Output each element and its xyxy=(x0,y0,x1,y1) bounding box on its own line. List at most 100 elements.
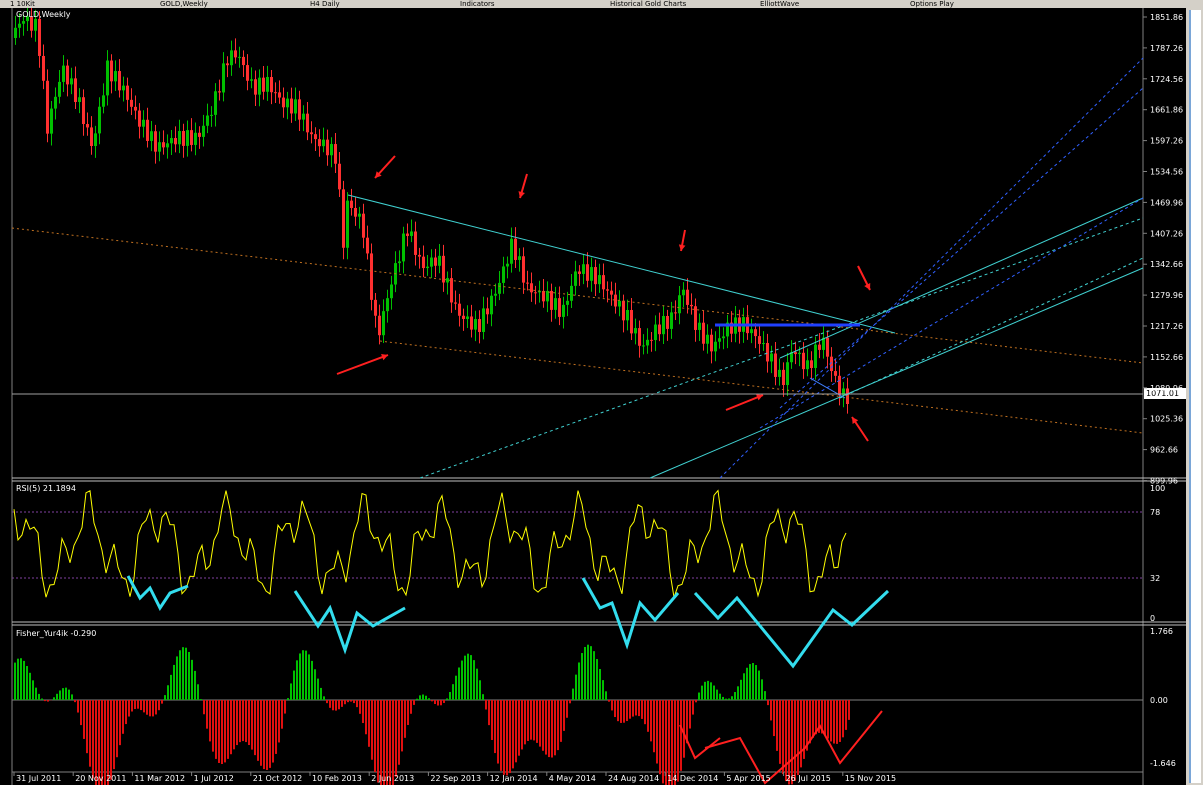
price-label: 1407.26 xyxy=(1150,229,1183,238)
candle-body xyxy=(458,303,461,316)
fisher-bar xyxy=(230,700,232,755)
fisher-bar xyxy=(524,700,526,745)
fisher-bar xyxy=(707,680,709,700)
time-label: 10 Feb 2013 xyxy=(312,774,362,783)
fisher-bar xyxy=(263,700,265,770)
candle-body xyxy=(558,298,561,317)
candle-body xyxy=(90,127,93,147)
fisher-bar xyxy=(104,700,106,785)
candle-body xyxy=(14,27,17,38)
fisher-bar xyxy=(92,700,94,779)
candle-body xyxy=(66,65,69,85)
candle-body xyxy=(106,60,109,96)
fisher-bar xyxy=(668,700,670,785)
fisher-bar xyxy=(641,700,643,719)
candle-body xyxy=(590,267,593,281)
fisher-bar xyxy=(89,700,91,767)
fisher-bar xyxy=(62,688,64,700)
fisher-bar xyxy=(401,700,403,752)
fisher-bar xyxy=(566,700,568,718)
candle-body xyxy=(434,257,437,266)
browser-tab[interactable]: 1 10Kit xyxy=(10,0,35,8)
fisher-bar xyxy=(422,694,424,700)
candle-body xyxy=(294,99,297,114)
candle-body xyxy=(502,266,505,283)
fisher-bar xyxy=(575,674,577,700)
fisher-bar xyxy=(281,700,283,729)
fisher-bar xyxy=(590,646,592,700)
fisher-bar xyxy=(32,680,34,700)
candle-body xyxy=(194,132,197,145)
fisher-bar xyxy=(644,700,646,725)
candle-body xyxy=(214,91,217,115)
fisher-bar xyxy=(833,700,835,744)
candle-body xyxy=(498,282,501,294)
browser-tab[interactable]: H4 Daily xyxy=(310,0,340,8)
fisher-bar xyxy=(701,685,703,700)
fisher-bar xyxy=(344,700,346,705)
candle-body xyxy=(86,124,89,128)
browser-tab[interactable]: GOLD,Weekly xyxy=(160,0,208,8)
fisher-bar xyxy=(110,700,112,780)
candle-body xyxy=(354,207,357,217)
fisher-bar xyxy=(131,700,133,712)
fisher-bar xyxy=(221,700,223,765)
fisher-bar xyxy=(137,700,139,709)
fisher-bar xyxy=(212,700,214,752)
browser-tab[interactable]: Historical Gold Charts xyxy=(610,0,686,8)
fisher-bar xyxy=(152,700,154,717)
fisher-bar xyxy=(758,670,760,700)
fisher-bar xyxy=(347,700,349,703)
scrollbar-track[interactable] xyxy=(1189,10,1201,783)
candle-body xyxy=(438,255,441,266)
candle-body xyxy=(478,319,481,332)
fisher-bar xyxy=(596,659,598,700)
fisher-bar xyxy=(26,666,28,700)
fisher-bar xyxy=(155,700,157,715)
candle-body xyxy=(762,343,765,345)
price-label: 1534.56 xyxy=(1150,168,1183,177)
fisher-bar xyxy=(35,687,37,700)
candle-body xyxy=(234,50,237,58)
candle-body xyxy=(238,56,241,58)
price-label: 962.66 xyxy=(1150,446,1178,455)
candle-body xyxy=(694,306,697,330)
fisher-bar xyxy=(176,656,178,700)
price-label: 1851.86 xyxy=(1150,13,1183,22)
fisher-bar xyxy=(737,686,739,700)
browser-tab[interactable]: Indicators xyxy=(460,0,495,8)
fisher-bar xyxy=(278,700,280,743)
window-scroll-strip[interactable] xyxy=(1186,8,1203,785)
candle-body xyxy=(334,144,337,164)
fisher-bar xyxy=(140,700,142,711)
fisher-bar xyxy=(614,700,616,718)
fisher-bar xyxy=(533,700,535,741)
fisher-bar xyxy=(413,700,415,705)
fisher-bar xyxy=(770,700,772,721)
fisher-bar xyxy=(398,700,400,765)
browser-tab[interactable]: Options Play xyxy=(910,0,954,8)
fisher-bar xyxy=(341,700,343,707)
fisher-bar xyxy=(779,700,781,764)
candle-body xyxy=(342,189,345,248)
candle-body xyxy=(34,18,37,31)
browser-tab[interactable]: ElliottWave xyxy=(760,0,799,8)
fisher-bar xyxy=(17,658,19,700)
fisher-bar xyxy=(485,700,487,710)
fisher-bar xyxy=(20,658,22,700)
fisher-bar xyxy=(518,700,520,756)
fisher-bar xyxy=(107,700,109,785)
time-label: 22 Sep 2013 xyxy=(430,774,481,783)
candle-body xyxy=(126,85,129,100)
fisher-bar xyxy=(671,700,673,785)
candle-body xyxy=(602,275,605,290)
candle-body xyxy=(518,256,521,260)
time-axis[interactable]: 31 Jul 2011 20 Nov 2011 11 Mar 2012 1 Jul 2… xyxy=(13,772,896,783)
fisher-bar xyxy=(746,667,748,700)
fisher-bar xyxy=(83,700,85,739)
time-label: 5 Apr 2015 xyxy=(726,774,770,783)
fisher-bar xyxy=(305,650,307,700)
fisher-bar xyxy=(383,700,385,785)
fisher-bar xyxy=(407,700,409,725)
fisher-bar xyxy=(848,700,850,720)
